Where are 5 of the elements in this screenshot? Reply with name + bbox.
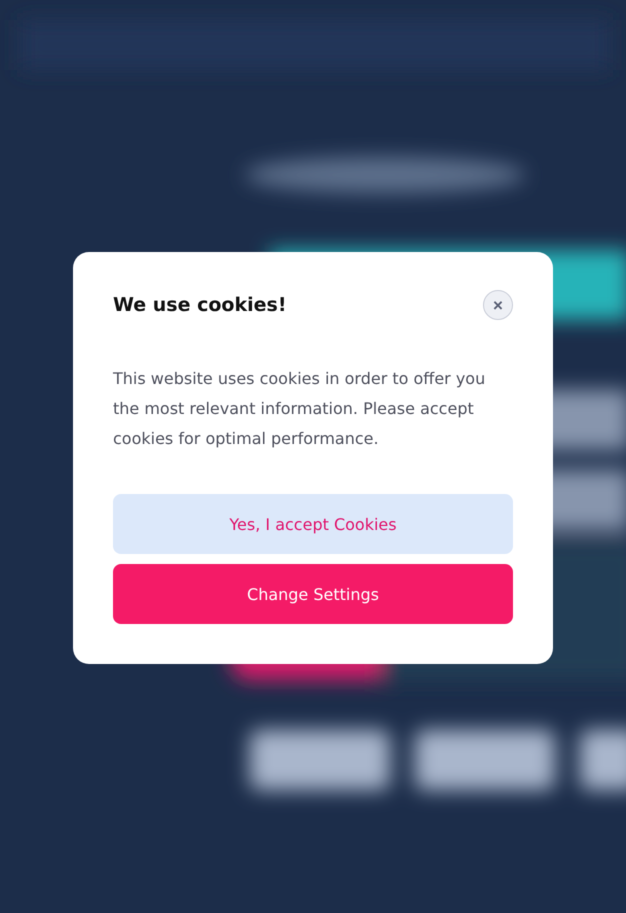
accept-button[interactable]: Yes, I accept Cookies bbox=[113, 494, 513, 554]
cookie-message: This website uses cookies in order to offer you the most relevant information. Please accept cookies for optimal performance. bbox=[113, 368, 486, 450]
dialog-title: We use cookies! bbox=[113, 294, 286, 316]
close-button[interactable]: × bbox=[483, 290, 513, 320]
settings-button[interactable]: Change Settings bbox=[113, 564, 513, 624]
